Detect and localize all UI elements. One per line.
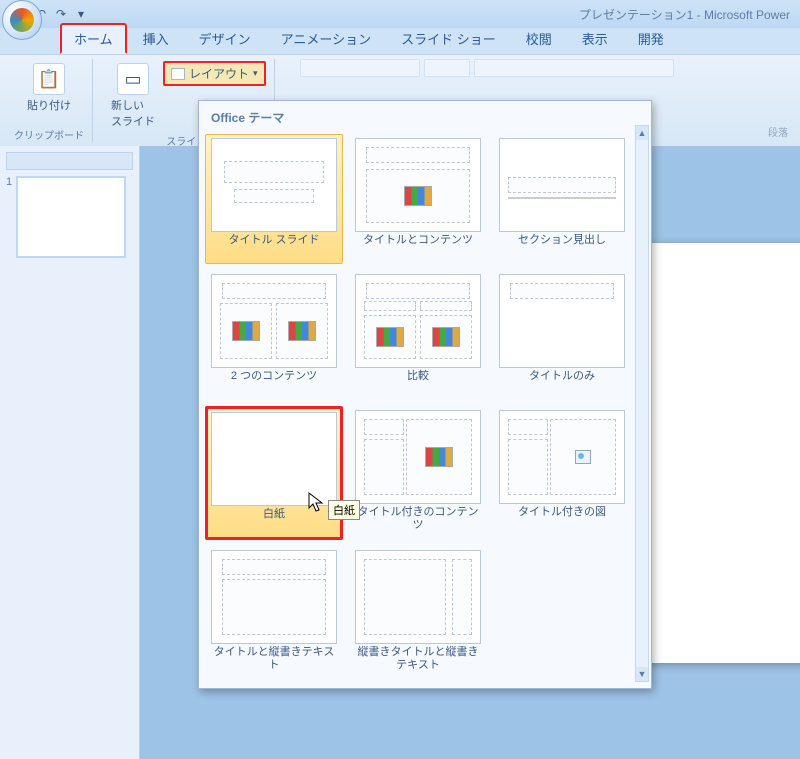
- picture-icon: [575, 450, 591, 464]
- layout-caption: 比較: [407, 370, 429, 396]
- scroll-down-icon[interactable]: ▼: [636, 667, 648, 681]
- slide-number: 1: [6, 176, 12, 258]
- group-clipboard: 📋 貼り付け クリップボード: [6, 59, 93, 142]
- tab-animation[interactable]: アニメーション: [267, 23, 385, 54]
- layout-thumb: [499, 410, 625, 504]
- layout-caption: 縦書きタイトルと縦書きテキスト: [353, 646, 483, 672]
- layout-caption: タイトル付きのコンテンツ: [353, 506, 483, 532]
- office-button[interactable]: [2, 0, 42, 40]
- content-icon: [288, 321, 316, 341]
- new-slide-icon: ▭: [117, 63, 149, 95]
- layout-caption: 2 つのコンテンツ: [231, 370, 317, 396]
- tab-slideshow[interactable]: スライド ショー: [387, 23, 510, 54]
- content-icon: [376, 327, 404, 347]
- layout-title-content[interactable]: タイトルとコンテンツ: [349, 134, 487, 264]
- slides-panel[interactable]: 1: [0, 146, 140, 759]
- layout-content-caption[interactable]: タイトル付きのコンテンツ: [349, 406, 487, 540]
- window-title: プレゼンテーション1 - Microsoft Power: [579, 6, 790, 23]
- layout-thumb: [355, 550, 481, 644]
- layout-caption: セクション見出し: [518, 234, 606, 260]
- layout-caption: タイトルのみ: [529, 370, 595, 396]
- layout-thumb: [211, 550, 337, 644]
- tab-developer[interactable]: 開発: [624, 23, 678, 54]
- layout-thumb: [499, 138, 625, 232]
- layout-thumb: [355, 410, 481, 504]
- dropdown-body: タイトル スライド タイトルとコンテンツ セクション見出し 2 つのコンテンツ: [201, 130, 649, 680]
- chevron-down-icon: ▾: [253, 68, 258, 79]
- slide-thumb-image: [16, 176, 126, 258]
- new-slide-button[interactable]: ▭ 新しい スライド: [107, 59, 159, 133]
- tab-insert[interactable]: 挿入: [129, 23, 183, 54]
- layout-caption: タイトルとコンテンツ: [363, 234, 473, 260]
- layout-two-content[interactable]: 2 つのコンテンツ: [205, 270, 343, 400]
- layout-picture-caption[interactable]: タイトル付きの図: [493, 406, 631, 540]
- layout-caption: 白紙: [263, 508, 285, 534]
- layout-caption: タイトル スライド: [228, 234, 319, 260]
- new-slide-label: 新しい スライド: [111, 97, 155, 129]
- content-icon: [432, 327, 460, 347]
- scroll-up-icon[interactable]: ▲: [636, 126, 648, 140]
- layout-comparison[interactable]: 比較: [349, 270, 487, 400]
- slide-thumbnail[interactable]: 1: [6, 176, 133, 258]
- qat-more-icon[interactable]: ▾: [74, 7, 88, 21]
- paragraph-controls[interactable]: [474, 59, 674, 77]
- paste-label: 貼り付け: [27, 97, 71, 113]
- tooltip: 白紙: [328, 500, 360, 520]
- layout-caption: タイトルと縦書きテキスト: [209, 646, 339, 672]
- layout-thumb: [499, 274, 625, 368]
- layout-thumb: [211, 138, 337, 232]
- layout-title-vertical-text[interactable]: タイトルと縦書きテキスト: [205, 546, 343, 676]
- content-icon: [232, 321, 260, 341]
- dropdown-scrollbar[interactable]: ▲ ▼: [635, 125, 649, 682]
- layout-thumb: [355, 138, 481, 232]
- layout-thumb: [211, 274, 337, 368]
- content-icon: [425, 447, 453, 467]
- group-label-paragraph: 段落: [768, 124, 788, 139]
- layout-title-only[interactable]: タイトルのみ: [493, 270, 631, 400]
- group-label-clipboard: クリップボード: [14, 127, 84, 142]
- paste-icon: 📋: [33, 63, 65, 95]
- layout-caption: タイトル付きの図: [518, 506, 606, 532]
- tab-view[interactable]: 表示: [568, 23, 622, 54]
- layout-thumb: [355, 274, 481, 368]
- font-combo[interactable]: [300, 59, 420, 77]
- content-icon: [404, 186, 432, 206]
- ribbon-tabs: ホーム 挿入 デザイン アニメーション スライド ショー 校閲 表示 開発: [0, 28, 800, 54]
- layout-dropdown: Office テーマ タイトル スライド タイトルとコンテンツ セクション見出し: [198, 100, 652, 689]
- layout-blank[interactable]: 白紙: [205, 406, 343, 540]
- tab-home[interactable]: ホーム: [60, 23, 127, 54]
- layout-label: レイアウト: [189, 65, 249, 82]
- slides-panel-tabs[interactable]: [6, 152, 133, 170]
- layout-section-header[interactable]: セクション見出し: [493, 134, 631, 264]
- tab-review[interactable]: 校閲: [512, 23, 566, 54]
- office-logo-icon: [10, 8, 34, 32]
- paste-button[interactable]: 📋 貼り付け: [23, 59, 75, 117]
- layout-vertical-title-text[interactable]: 縦書きタイトルと縦書きテキスト: [349, 546, 487, 676]
- layout-title-slide[interactable]: タイトル スライド: [205, 134, 343, 264]
- font-size-combo[interactable]: [424, 59, 470, 77]
- layout-button[interactable]: レイアウト ▾: [163, 61, 266, 86]
- redo-icon[interactable]: ↷: [54, 7, 68, 21]
- dropdown-header: Office テーマ: [201, 103, 649, 130]
- layout-icon: [171, 68, 185, 80]
- tab-design[interactable]: デザイン: [185, 23, 265, 54]
